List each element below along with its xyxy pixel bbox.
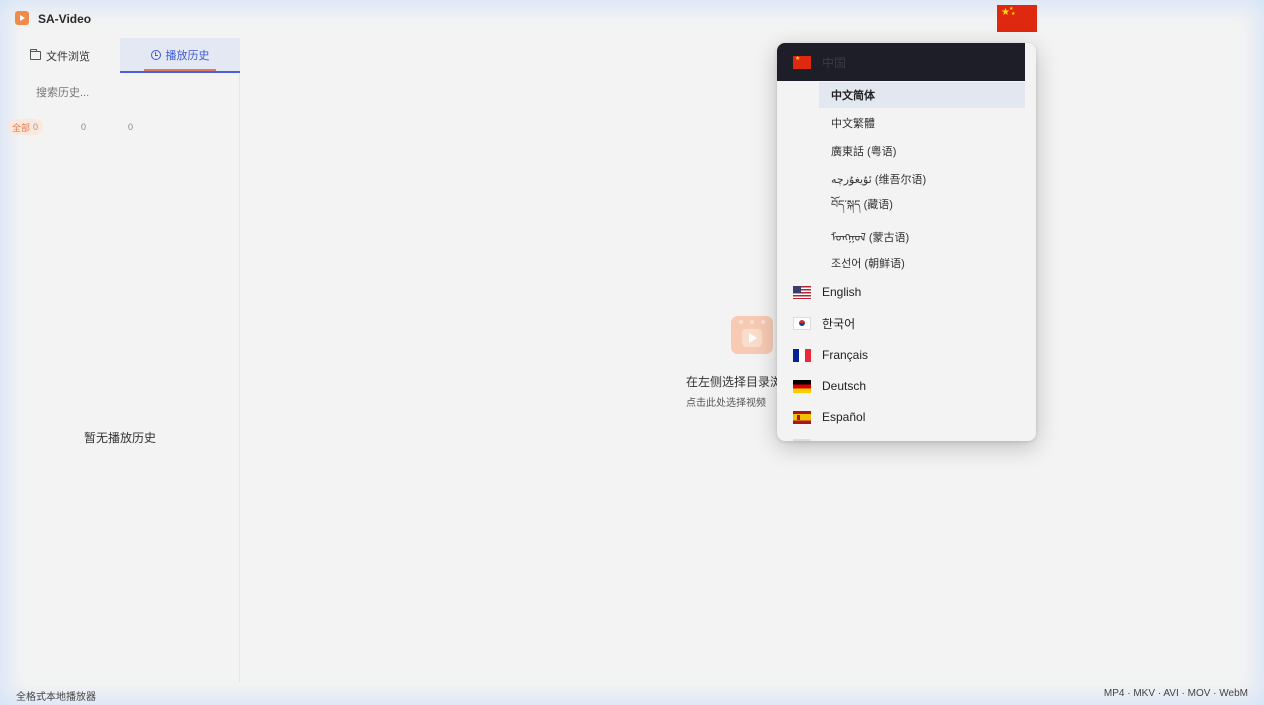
tab-label: 播放历史 — [165, 49, 210, 62]
footer-formats: MP4 · MKV · AVI · MOV · WebM — [1103, 688, 1248, 699]
play-icon — [742, 329, 762, 347]
language-label: 한국어 — [822, 316, 856, 331]
folder-icon — [30, 49, 41, 60]
language-option-english[interactable]: English — [777, 277, 1025, 307]
app-title: SA-Video — [38, 12, 92, 26]
language-label: Español — [822, 410, 866, 424]
language-option-tibetan[interactable]: བོད་སྐད (藏语) — [819, 194, 1025, 220]
language-option-mongolian[interactable]: ᠮᠣᠩᠭᠣᠯ (蒙古语) — [819, 222, 1025, 248]
history-filter-row: 全部 0 0 0 — [8, 119, 228, 135]
tab-play-history[interactable]: 播放历史 — [120, 38, 240, 73]
filter-label: 全部 — [12, 122, 31, 133]
language-option-german[interactable]: Deutsch — [777, 371, 1025, 401]
filter-count: 0 — [33, 122, 39, 132]
history-search-input[interactable] — [28, 82, 208, 104]
filter-count: 0 — [81, 122, 87, 132]
korea-flag-icon — [793, 316, 811, 330]
language-option-korean[interactable]: 한국어 — [777, 308, 1025, 338]
tab-active-indicator — [144, 69, 216, 71]
title-bar: SA-Video ★ ★ ★ — [0, 0, 1264, 38]
language-group-china[interactable]: 中国 — [777, 43, 1025, 81]
filter-count: 0 — [128, 122, 134, 132]
flag-star: ★ — [1011, 11, 1016, 17]
language-option-zh-hans[interactable]: 中文简体 — [819, 82, 1025, 108]
us-flag-icon — [793, 285, 811, 299]
more-items-hint — [793, 439, 811, 441]
filter-all-chip[interactable]: 全部 0 — [8, 119, 44, 135]
france-flag-icon — [793, 348, 811, 362]
app-window: SA-Video ★ ★ ★ 文件浏览 播放历史 全部 0 0 — [0, 0, 1264, 705]
filter-chip-2[interactable]: 0 — [81, 119, 86, 135]
app-logo-icon — [15, 11, 29, 25]
film-holes — [736, 320, 768, 326]
video-play-icon[interactable] — [731, 316, 773, 354]
tab-file-browser[interactable]: 文件浏览 — [0, 38, 120, 73]
germany-flag-icon — [793, 379, 811, 393]
empty-history-message: 暂无播放历史 — [83, 431, 156, 445]
language-option-spanish[interactable]: Español — [777, 402, 1025, 432]
main-hint-title: 在左侧选择目录浏 — [686, 375, 783, 389]
clock-icon — [150, 49, 161, 60]
language-dropdown: 中国 中文简体 中文繁體 廣東話 (粤语) ئۇيغۇرچە (维吾尔语) བོ… — [777, 43, 1036, 441]
filter-chip-3[interactable]: 0 — [128, 119, 133, 135]
language-label: Français — [822, 348, 869, 362]
language-option-cantonese[interactable]: 廣東話 (粤语) — [819, 138, 1025, 164]
china-flag-icon — [793, 55, 811, 69]
language-option-zh-hant[interactable]: 中文繁體 — [819, 110, 1025, 136]
tab-label: 文件浏览 — [46, 50, 90, 63]
language-option-french[interactable]: Français — [777, 340, 1025, 370]
spain-flag-icon — [793, 410, 811, 424]
language-group-label: 中国 — [822, 55, 847, 70]
language-switch-button[interactable]: ★ ★ ★ — [997, 5, 1037, 32]
main-hint-subtitle[interactable]: 点击此处选择视频 — [686, 394, 766, 409]
language-option-korean-cn[interactable]: 조선어 (朝鲜语) — [819, 250, 1025, 276]
language-label: English — [822, 285, 862, 299]
language-label: Deutsch — [822, 379, 867, 393]
footer-tagline: 全格式本地播放器 — [16, 692, 96, 703]
sidebar: 文件浏览 播放历史 全部 0 0 0 暂无播放历史 — [0, 38, 240, 682]
language-option-uyghur[interactable]: ئۇيغۇرچە (维吾尔语) — [819, 166, 1025, 192]
